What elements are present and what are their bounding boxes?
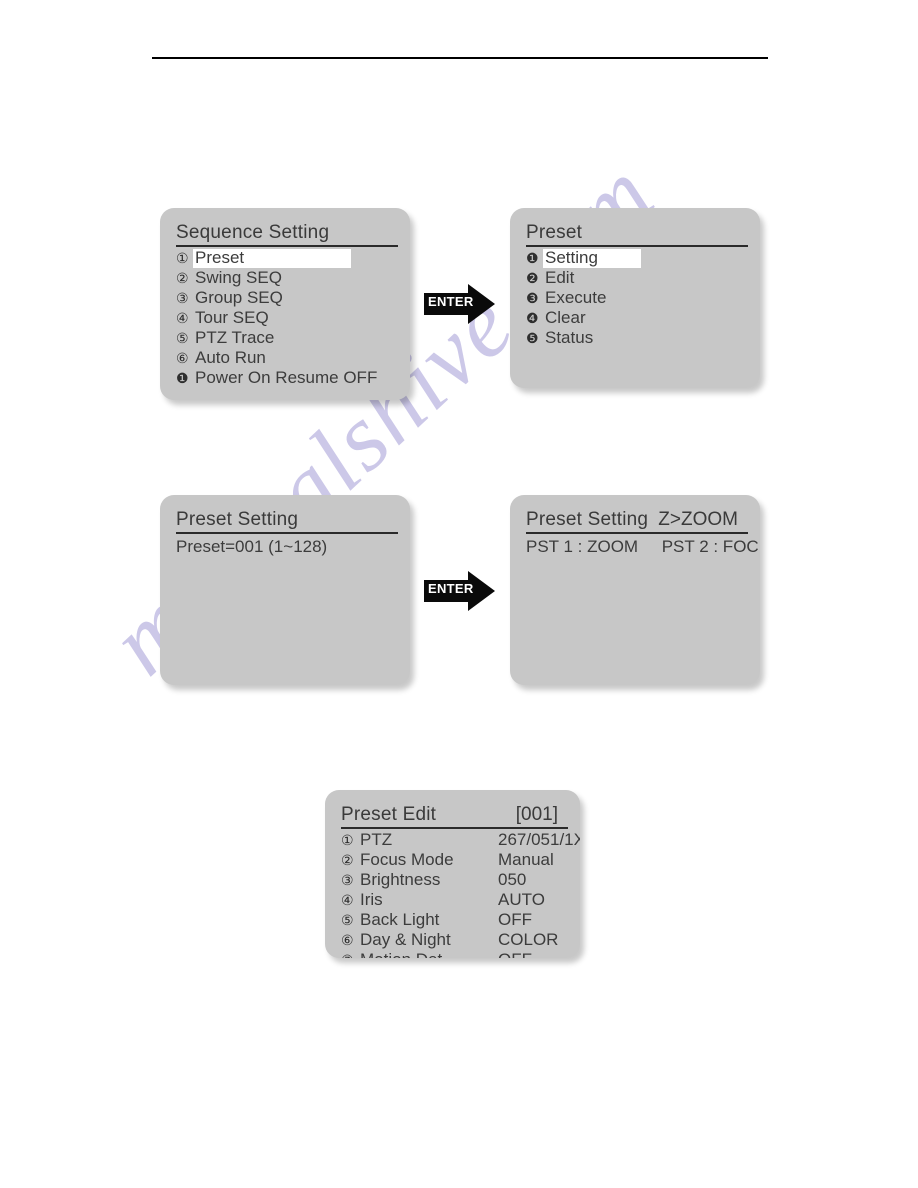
preset-number-text: Preset=001 (1~128) bbox=[176, 537, 328, 556]
row-index-bullet-icon: ❷ bbox=[526, 270, 539, 286]
osd-menu-row[interactable]: ❸ Execute bbox=[526, 288, 750, 308]
row-index-bullet-icon: ⑤ bbox=[341, 912, 354, 928]
row-label: PTZ Trace bbox=[195, 328, 275, 347]
osd-title-right: [001] bbox=[515, 804, 558, 825]
row-label: Execute bbox=[545, 288, 607, 307]
osd-title-row: Preset bbox=[526, 216, 748, 247]
osd-menu-list: ① Preset ② Swing SEQ ③ Group SEQ ④ Tour SEQ ⑤ PTZ… bbox=[176, 248, 400, 388]
row-label: Auto Run bbox=[195, 348, 266, 367]
osd-menu-row[interactable]: ❹ Clear bbox=[526, 308, 750, 328]
row-value: OFF bbox=[498, 950, 532, 958]
osd-title-row: Preset Edit [001] bbox=[341, 798, 568, 829]
osd-panel-preset-setting-zoom: Preset Setting Z>ZOOM PST 1 : ZOOM PST 2… bbox=[510, 495, 760, 685]
row-value: COLOR bbox=[498, 930, 559, 949]
row-label: Group SEQ bbox=[195, 288, 283, 307]
row-label: Clear bbox=[545, 308, 586, 327]
row-index-bullet-icon: ⑥ bbox=[341, 932, 354, 948]
row-index-bullet-icon: ❺ bbox=[526, 330, 539, 346]
row-label: Power On Resume OFF bbox=[195, 368, 378, 387]
osd-menu-row[interactable]: ⑥ Day & Night COLOR bbox=[341, 930, 570, 950]
row-index-bullet-icon: ⑦ bbox=[341, 950, 358, 958]
osd-menu-row[interactable]: ① Preset bbox=[176, 248, 400, 268]
osd-title-row: Preset Setting bbox=[176, 503, 398, 534]
osd-panel-preset-menu: Preset ❶ Setting ❷ Edit ❸ Execute ❹ Clear ❺ Statu… bbox=[510, 208, 760, 388]
enter-arrow-label: ENTER bbox=[428, 581, 474, 596]
row-label: Day & Night bbox=[360, 930, 451, 949]
osd-menu-row[interactable]: ④ Tour SEQ bbox=[176, 308, 400, 328]
row-label: Preset bbox=[195, 248, 245, 267]
row-value: AUTO bbox=[498, 890, 545, 909]
row-label: Focus Mode bbox=[360, 850, 454, 869]
enter-arrow-icon: ENTER bbox=[424, 570, 496, 612]
row-index-bullet-icon: ② bbox=[341, 852, 354, 868]
osd-menu-row[interactable]: ① PTZ 267/051/1X bbox=[341, 830, 580, 850]
osd-menu-row[interactable]: ⑦Motion Det. OFF bbox=[341, 950, 570, 958]
row-label: Motion Det. bbox=[358, 950, 447, 958]
row-index-bullet-icon: ⑥ bbox=[176, 350, 189, 366]
enter-arrow-icon: ENTER bbox=[424, 283, 496, 325]
osd-menu-row[interactable]: ② Swing SEQ bbox=[176, 268, 400, 288]
row-index-bullet-icon: ③ bbox=[341, 872, 354, 888]
osd-title: Preset bbox=[526, 222, 583, 243]
row-label: Status bbox=[545, 328, 594, 347]
row-value: 267/051/1X bbox=[498, 830, 580, 849]
osd-menu-row[interactable]: ❶ Setting bbox=[526, 248, 750, 268]
osd-menu-list: ① PTZ 267/051/1X ② Focus Mode Manual ③ Brightne… bbox=[341, 830, 580, 958]
osd-menu-row[interactable]: ❺ Status bbox=[526, 328, 750, 348]
row-value: OFF bbox=[498, 910, 532, 929]
row-index-bullet-icon: ① bbox=[176, 250, 189, 266]
page-header-rule bbox=[152, 57, 768, 59]
row-index-bullet-icon: ④ bbox=[176, 310, 189, 326]
osd-panel-preset-edit: Preset Edit [001] ① PTZ 267/051/1X ② Focus M… bbox=[325, 790, 580, 958]
pst-assignment-text: PST 1 : ZOOM PST 2 : FOCUS bbox=[526, 537, 760, 556]
osd-title-row: Sequence Setting bbox=[176, 216, 398, 247]
row-label: Edit bbox=[545, 268, 575, 287]
row-index-bullet-icon: ❶ bbox=[526, 250, 539, 266]
row-index-bullet-icon: ③ bbox=[176, 290, 189, 306]
row-label: Swing SEQ bbox=[195, 268, 282, 287]
osd-menu-row[interactable]: ④ Iris AUTO bbox=[341, 890, 570, 910]
row-label: PTZ bbox=[360, 830, 393, 849]
osd-title-row: Preset Setting Z>ZOOM bbox=[526, 503, 748, 534]
row-label: Brightness bbox=[360, 870, 441, 889]
osd-title: Preset Setting bbox=[526, 509, 649, 530]
row-index-bullet-icon: ② bbox=[176, 270, 189, 286]
osd-menu-row[interactable]: ❷ Edit bbox=[526, 268, 750, 288]
osd-title: Preset Setting bbox=[176, 509, 299, 530]
osd-menu-list: ❶ Setting ❷ Edit ❸ Execute ❹ Clear ❺ Status bbox=[526, 248, 750, 348]
osd-panel-preset-setting-number: Preset Setting Preset=001 (1~128) bbox=[160, 495, 410, 685]
row-index-bullet-icon: ⑤ bbox=[176, 330, 189, 346]
row-label: Tour SEQ bbox=[195, 308, 269, 327]
row-value: Manual bbox=[498, 850, 554, 869]
row-value: 050 bbox=[498, 870, 527, 889]
osd-menu-row[interactable]: ❶ Power On Resume OFF bbox=[176, 368, 400, 388]
osd-menu-row[interactable]: ⑥ Auto Run bbox=[176, 348, 400, 368]
osd-menu-row[interactable]: ⑤ PTZ Trace bbox=[176, 328, 400, 348]
row-index-bullet-icon: ❸ bbox=[526, 290, 539, 306]
osd-title-right: Z>ZOOM bbox=[658, 509, 738, 530]
osd-menu-row[interactable]: ⑤ Back Light OFF bbox=[341, 910, 570, 930]
osd-title: Preset Edit bbox=[341, 804, 437, 825]
row-index-bullet-icon: ④ bbox=[341, 892, 354, 908]
row-label: Setting bbox=[545, 248, 598, 267]
osd-menu-row[interactable]: ③ Group SEQ bbox=[176, 288, 400, 308]
row-index-bullet-icon: ❹ bbox=[526, 310, 539, 326]
row-label: Iris bbox=[360, 890, 383, 909]
row-label: Back Light bbox=[360, 910, 440, 929]
enter-arrow-label: ENTER bbox=[428, 294, 474, 309]
row-index-bullet-icon: ❶ bbox=[176, 370, 189, 386]
row-index-bullet-icon: ① bbox=[341, 832, 354, 848]
osd-menu-row[interactable]: ② Focus Mode Manual bbox=[341, 850, 570, 870]
osd-panel-sequence-setting: Sequence Setting ① Preset ② Swing SEQ ③ Group… bbox=[160, 208, 410, 400]
osd-title: Sequence Setting bbox=[176, 222, 330, 243]
osd-menu-row[interactable]: ③ Brightness 050 bbox=[341, 870, 570, 890]
